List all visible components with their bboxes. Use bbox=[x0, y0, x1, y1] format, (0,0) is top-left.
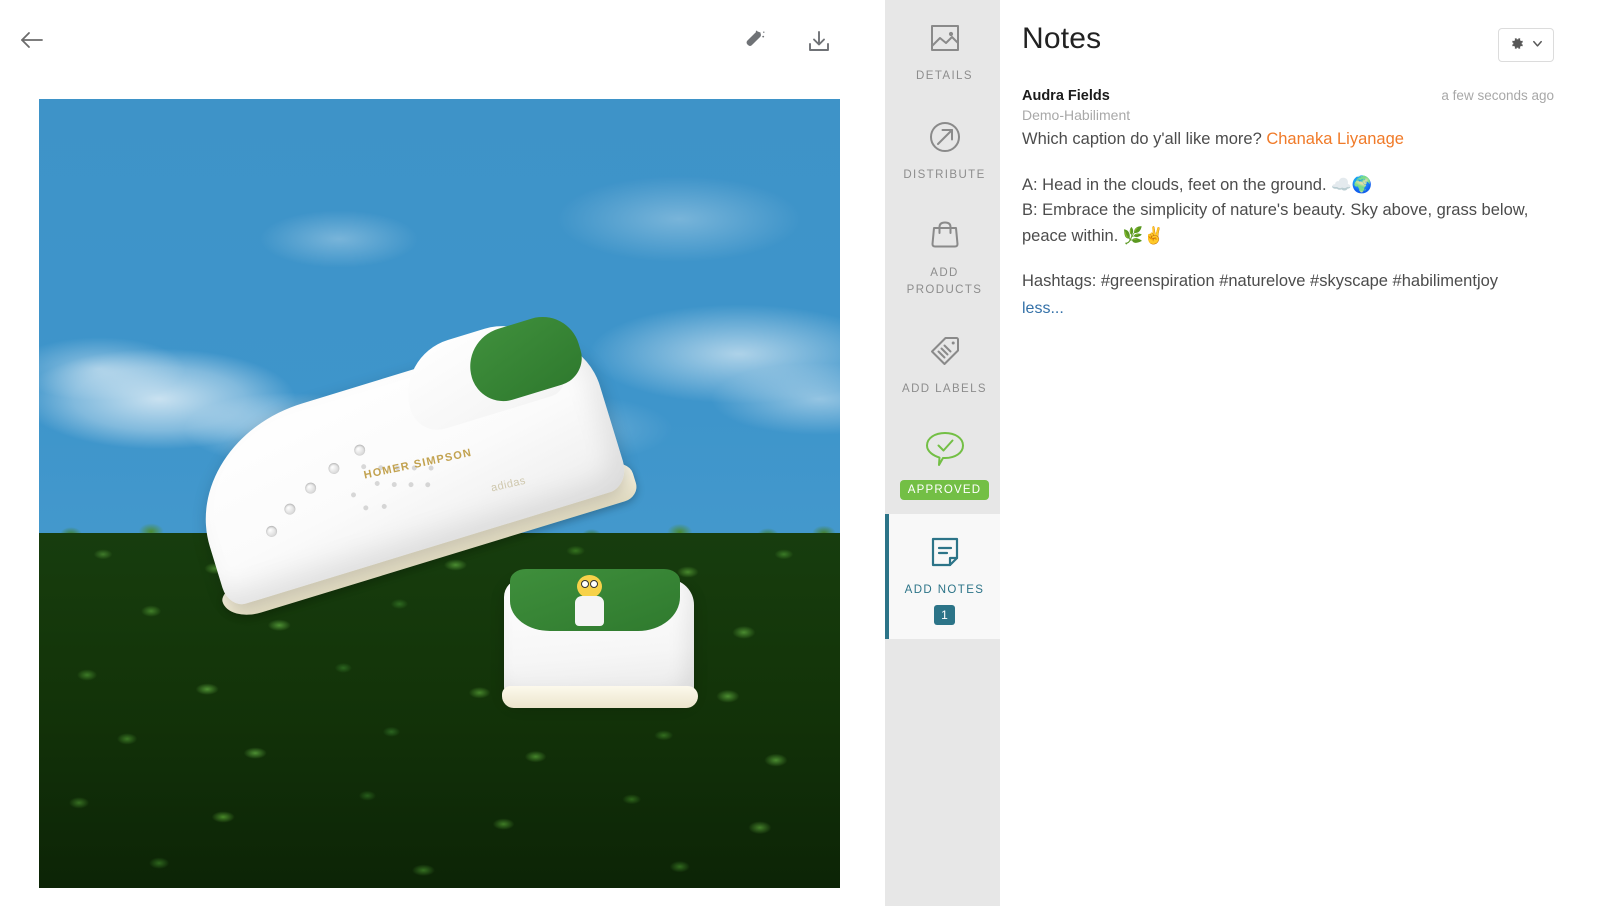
download-icon bbox=[806, 29, 832, 55]
sidebar-item-add-labels-label: ADD LABELS bbox=[902, 382, 987, 395]
share-arrow-circle-icon bbox=[925, 115, 965, 159]
sidebar-item-approval[interactable]: APPROVED bbox=[885, 411, 1000, 514]
asset-image[interactable]: HOMER SIMPSON adidas bbox=[39, 99, 840, 888]
note-spacer-1 bbox=[1022, 153, 1554, 173]
sidebar-item-distribute[interactable]: DISTRIBUTE bbox=[885, 99, 1000, 198]
homer-simpson-graphic bbox=[570, 575, 610, 627]
tag-icon bbox=[925, 329, 965, 373]
sneaker-back-sole bbox=[502, 686, 698, 708]
chevron-down-icon bbox=[1531, 37, 1544, 53]
sidebar-item-details[interactable]: DETAILS bbox=[885, 0, 1000, 99]
notes-panel: Notes Audra Fields a few seconds ago Dem… bbox=[1000, 0, 1600, 906]
note-icon bbox=[925, 530, 965, 574]
magic-wand-button[interactable] bbox=[737, 24, 773, 60]
sidebar-item-add-products[interactable]: ADD PRODUCTS bbox=[885, 197, 1000, 312]
sidebar-item-distribute-label: DISTRIBUTE bbox=[903, 168, 986, 181]
download-button[interactable] bbox=[801, 24, 837, 60]
note-less-toggle[interactable]: less... bbox=[1022, 297, 1554, 322]
note-timestamp: a few seconds ago bbox=[1441, 88, 1554, 103]
magic-wand-icon bbox=[742, 29, 768, 55]
note-hashtags: Hashtags: #greenspiration #naturelove #s… bbox=[1022, 272, 1499, 291]
status-badge: APPROVED bbox=[899, 480, 990, 501]
note-spacer-2 bbox=[1022, 249, 1554, 269]
note-mention[interactable]: Chanaka Liyanage bbox=[1266, 130, 1404, 148]
page-title: Notes bbox=[1022, 22, 1102, 55]
sidebar-item-add-labels[interactable]: ADD LABELS bbox=[885, 313, 1000, 412]
notes-count-badge: 1 bbox=[934, 605, 955, 626]
sidebar-item-add-products-label: ADD PRODUCTS bbox=[906, 267, 983, 297]
sidebar-item-add-notes[interactable]: ADD NOTES 1 bbox=[885, 514, 1000, 640]
note-entry: Audra Fields a few seconds ago Demo-Habi… bbox=[1022, 88, 1554, 322]
notes-settings-button[interactable] bbox=[1498, 28, 1554, 62]
notes-header: Notes bbox=[1022, 22, 1554, 62]
sidebar-item-details-label: DETAILS bbox=[916, 70, 973, 82]
note-body: Which caption do y'all like more? Chanak… bbox=[1022, 127, 1554, 322]
shopping-bag-icon bbox=[925, 213, 965, 257]
toolbar-left-group bbox=[14, 22, 50, 58]
approved-check-bubble-icon bbox=[922, 427, 968, 471]
note-question-line: Which caption do y'all like more? Chanak… bbox=[1022, 127, 1554, 153]
media-preview-area: HOMER SIMPSON adidas bbox=[0, 0, 885, 906]
note-question-text: Which caption do y'all like more? bbox=[1022, 130, 1267, 148]
tool-rail: DETAILS DISTRIBUTE ADD PRODUCTS ADD LABE… bbox=[885, 0, 1000, 906]
media-detail-page: HOMER SIMPSON adidas DETAILS DISTRIBUTE … bbox=[0, 0, 1600, 906]
media-toolbar bbox=[0, 0, 885, 82]
note-subtitle: Demo-Habiliment bbox=[1022, 107, 1131, 123]
note-option-a: A: Head in the clouds, feet on the groun… bbox=[1022, 175, 1373, 194]
back-button[interactable] bbox=[14, 22, 50, 58]
arrow-left-icon bbox=[17, 25, 47, 55]
sneaker-back bbox=[502, 561, 704, 708]
note-option-b: B: Embrace the simplicity of nature's be… bbox=[1022, 201, 1529, 245]
gear-icon bbox=[1508, 35, 1525, 55]
note-author: Audra Fields bbox=[1022, 88, 1110, 104]
note-meta-row: Audra Fields a few seconds ago bbox=[1022, 88, 1554, 104]
sidebar-item-add-notes-label: ADD NOTES bbox=[904, 584, 985, 597]
tool-rail-filler bbox=[885, 639, 1000, 906]
toolbar-right-group bbox=[737, 24, 837, 60]
image-icon bbox=[925, 16, 965, 60]
